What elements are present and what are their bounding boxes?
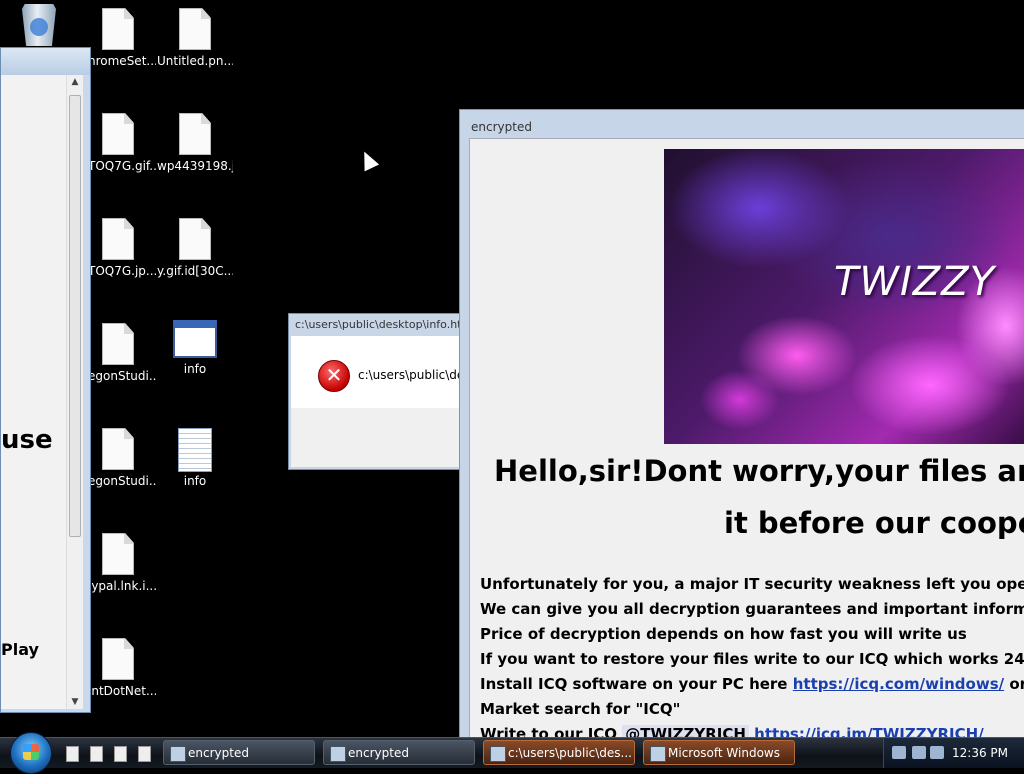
text-file-icon: [178, 428, 212, 472]
left-window-content: use Play: [1, 75, 66, 709]
desktop-icon[interactable]: info: [157, 320, 233, 376]
desktop-icon[interactable]: y.gif.id[30C...: [157, 218, 233, 278]
desktop-icon-label: TOQ7G.gif...: [88, 159, 156, 173]
desktop-icon-label: lypal.lnk.i...: [88, 579, 156, 593]
taskbar-button[interactable]: encrypted: [163, 740, 315, 765]
scroll-down-icon[interactable]: ▼: [67, 697, 83, 707]
left-window-titlebar[interactable]: [1, 48, 90, 75]
desktop-icon-label: hromeSet...: [88, 54, 156, 68]
desktop-icon-label: wp4439198.j...: [157, 159, 233, 173]
html-window-icon: [173, 320, 217, 358]
scroll-up-icon[interactable]: ▲: [67, 77, 83, 87]
desktop-icon-label: y.gif.id[30C...: [157, 264, 233, 278]
left-window-scrollbar[interactable]: ▲ ▼: [66, 75, 83, 709]
desktop-icon-label: info: [183, 474, 207, 488]
desktop-icon-label: info: [183, 362, 207, 376]
file-icon: [102, 8, 134, 50]
desktop-icon-label: Untitled.pn...: [157, 54, 233, 68]
desktop-icon[interactable]: Untitled.pn...: [157, 8, 233, 68]
banner-image: TWIZZY: [664, 149, 1024, 444]
desktop-icon-label: egonStudi...: [88, 369, 156, 383]
volume-muted-icon[interactable]: [930, 746, 944, 759]
banner-text: TWIZZY: [834, 259, 996, 305]
taskbar-button[interactable]: Microsoft Windows: [643, 740, 795, 765]
desktop-icon-label: TOQ7G.jp...: [88, 264, 156, 278]
error-dialog-title[interactable]: c:\users\public\desktop\info.ht: [289, 314, 477, 336]
clock[interactable]: 12:36 PM: [952, 746, 1008, 760]
ransom-note-content: TWIZZY Hello,sir!Dont worry,your files a…: [469, 138, 1024, 748]
desktop-icon[interactable]: egonStudi...: [80, 323, 156, 383]
mouse-cursor-icon: [357, 148, 380, 172]
quick-launch-icon[interactable]: [114, 746, 127, 762]
desktop-icon[interactable]: lypal.lnk.i...: [80, 533, 156, 593]
note-line: Unfortunately for you, a major IT securi…: [480, 575, 1024, 593]
note-text: Install ICQ software on your PC here: [480, 675, 793, 693]
desktop-icon-label: intDotNet...: [88, 684, 156, 698]
quick-launch-icon[interactable]: [90, 746, 103, 762]
taskbar-button[interactable]: c:\users\public\des...: [483, 740, 635, 765]
display-icon[interactable]: [912, 746, 926, 759]
left-window[interactable]: use Play ▲ ▼: [0, 47, 91, 713]
file-icon: [102, 638, 134, 680]
file-icon: [102, 323, 134, 365]
left-window-play-text: Play: [1, 640, 39, 659]
system-tray: 12:36 PM: [883, 738, 1024, 768]
note-line: Price of decryption depends on how fast …: [480, 625, 967, 643]
file-icon: [102, 533, 134, 575]
network-icon[interactable]: [892, 746, 906, 759]
app-icon: [490, 746, 506, 762]
note-line: If you want to restore your files write …: [480, 650, 1024, 668]
app-icon: [170, 746, 186, 762]
desktop-icon[interactable]: TOQ7G.gif...: [80, 113, 156, 173]
desktop-icon[interactable]: hromeSet...: [80, 8, 156, 68]
note-text: If you want to restore your files write …: [480, 650, 1024, 668]
desktop-icon[interactable]: info: [157, 428, 233, 488]
note-text: or on mo: [1009, 675, 1024, 693]
file-icon: [102, 113, 134, 155]
app-icon: [650, 746, 666, 762]
file-icon: [179, 218, 211, 260]
error-icon: ✕: [318, 360, 350, 392]
recycle-bin-icon[interactable]: [22, 4, 56, 46]
quick-launch-icon[interactable]: [66, 746, 79, 762]
desktop-icon[interactable]: intDotNet...: [80, 638, 156, 698]
file-icon: [102, 218, 134, 260]
quick-launch-icon[interactable]: [138, 746, 151, 762]
icq-download-link[interactable]: https://icq.com/windows/: [793, 675, 1004, 693]
scrollbar-thumb[interactable]: [69, 95, 81, 537]
file-icon: [179, 8, 211, 50]
desktop-icon[interactable]: wp4439198.j...: [157, 113, 233, 173]
taskbar-button[interactable]: encrypted: [323, 740, 475, 765]
note-line: We can give you all decryption guarantee…: [480, 600, 1024, 618]
desktop-icon-label: egonStudi...: [88, 474, 156, 488]
error-message: c:\users\public\des: [358, 368, 471, 382]
taskbar-button-label: encrypted: [188, 746, 249, 760]
taskbar-button-label: Microsoft Windows: [668, 746, 780, 760]
taskbar: encrypted encrypted c:\users\public\des.…: [0, 732, 1024, 774]
taskbar-button-label: encrypted: [348, 746, 409, 760]
note-line: Install ICQ software on your PC here htt…: [480, 675, 1024, 693]
desktop-icon[interactable]: TOQ7G.jp...: [80, 218, 156, 278]
app-icon: [330, 746, 346, 762]
desktop-icon[interactable]: egonStudi...: [80, 428, 156, 488]
taskbar-button-label: c:\users\public\des...: [508, 746, 632, 760]
note-line: Market search for "ICQ": [480, 700, 681, 718]
window-title[interactable]: encrypted: [460, 110, 1024, 138]
encrypted-window[interactable]: encrypted TWIZZY Hello,sir!Dont worry,yo…: [459, 109, 1024, 749]
left-window-heading: use: [1, 425, 53, 455]
file-icon: [102, 428, 134, 470]
error-dialog-body: ✕ c:\users\public\des: [291, 336, 477, 408]
file-icon: [179, 113, 211, 155]
headline-line-1: Hello,sir!Dont worry,your files are s: [494, 454, 1024, 488]
headline-line-2: it before our cooper: [724, 506, 1024, 540]
error-dialog-footer: [291, 408, 477, 467]
error-dialog[interactable]: c:\users\public\desktop\info.ht ✕ c:\use…: [288, 313, 478, 470]
